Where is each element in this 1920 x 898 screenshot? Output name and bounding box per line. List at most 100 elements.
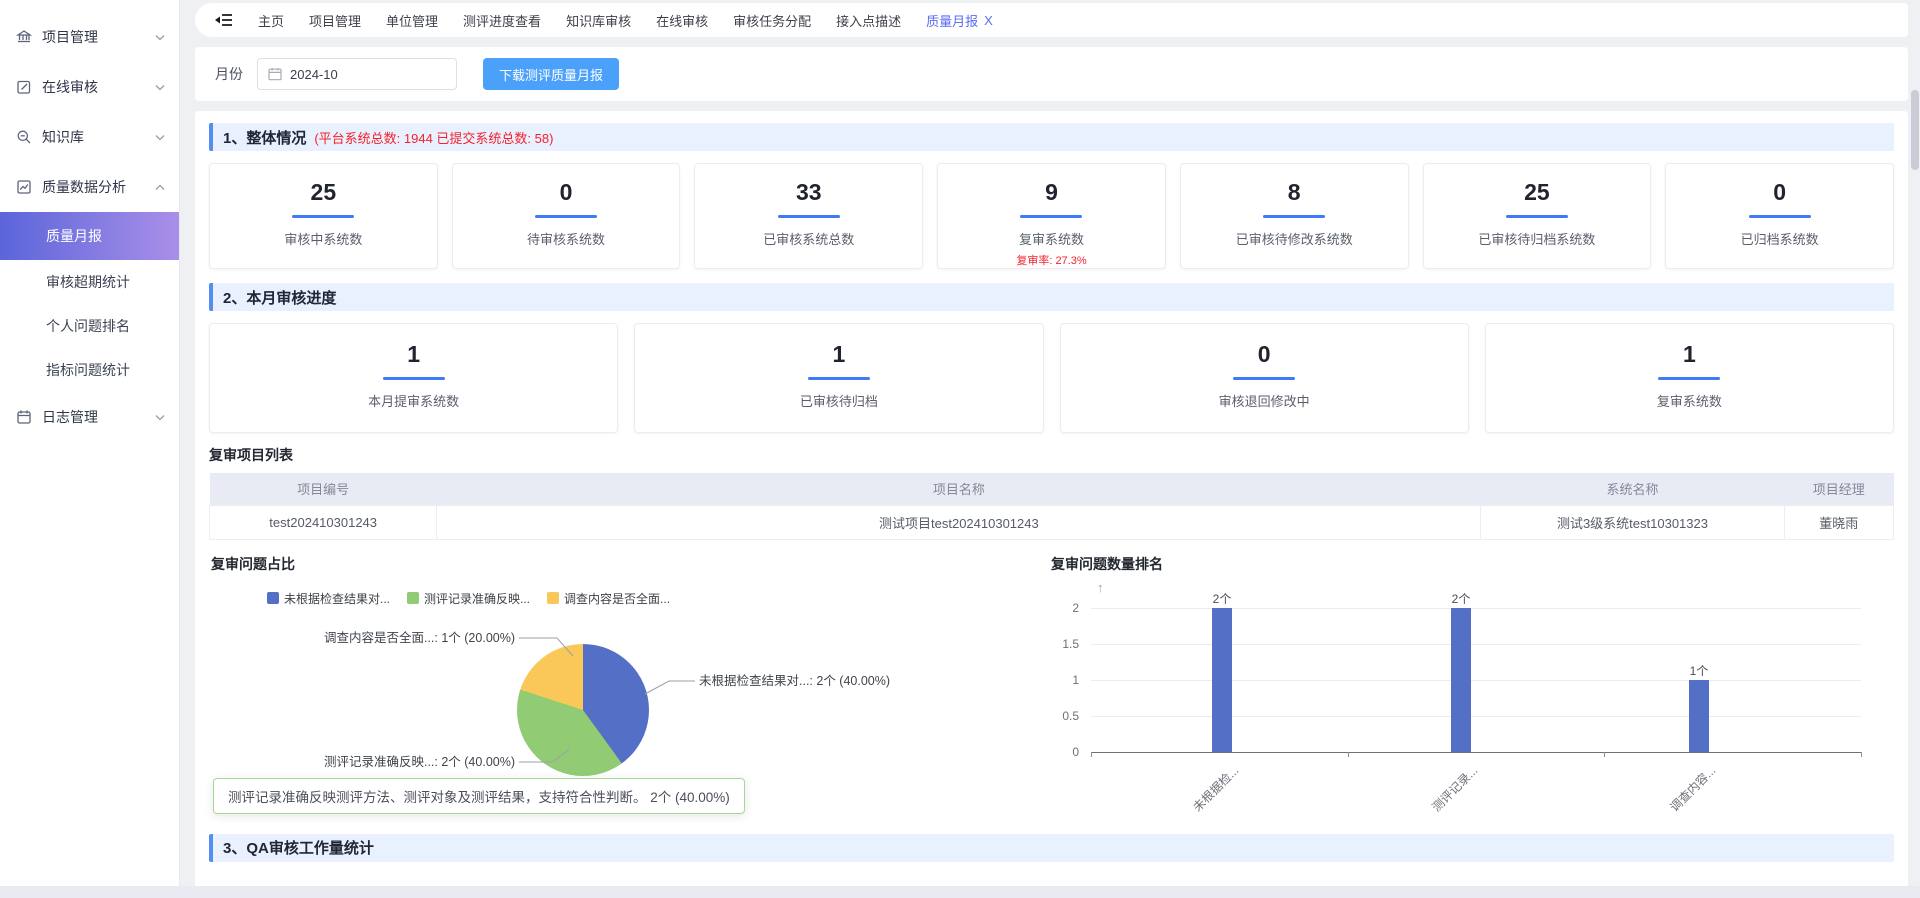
legend-swatch xyxy=(547,592,559,604)
sidebar-item-label: 项目管理 xyxy=(42,27,98,47)
x-axis-line xyxy=(1091,752,1861,753)
stat-underline xyxy=(778,215,840,218)
pie-label-survey-content: 调查内容是否全面...: 1个 (20.00%) xyxy=(269,630,515,646)
tab-knowledge-review[interactable]: 知识库审核 xyxy=(566,11,631,30)
col-project-name: 项目名称 xyxy=(437,473,1481,505)
sidebar-item-label: 质量数据分析 xyxy=(42,177,126,197)
month-input[interactable] xyxy=(290,67,440,82)
col-project-id: 项目编号 xyxy=(210,473,437,505)
stat-card-month-returned: 0 审核退回修改中 xyxy=(1060,323,1469,433)
tab-access-point-description[interactable]: 接入点描述 xyxy=(836,11,901,30)
bar-eval-record[interactable] xyxy=(1451,608,1471,752)
stat-label: 已审核待修改系统数 xyxy=(1181,229,1408,248)
stat-value: 0 xyxy=(1666,179,1893,206)
stat-label: 复审系统数 xyxy=(1486,391,1893,410)
bar-not-based-on-check[interactable] xyxy=(1212,608,1232,752)
review-table-title: 复审项目列表 xyxy=(209,445,1894,465)
stat-value: 1 xyxy=(1486,341,1893,368)
download-report-button[interactable]: 下载测评质量月报 xyxy=(483,58,619,90)
overview-card-row: 25 审核中系统数 0 待审核系统数 33 已审核系统总数 9 xyxy=(209,163,1894,269)
cell-project-manager: 董晓雨 xyxy=(1784,505,1893,539)
month-progress-card-row: 1 本月提审系统数 1 已审核待归档 0 审核退回修改中 1 复 xyxy=(209,323,1894,433)
tab-home[interactable]: 主页 xyxy=(258,11,284,30)
bar-value-label: 2个 xyxy=(1202,590,1242,607)
horizontal-scrollbar[interactable] xyxy=(0,886,1920,898)
tab-online-review[interactable]: 在线审核 xyxy=(656,11,708,30)
top-tab-bar: 主页 项目管理 单位管理 测评进度查看 知识库审核 在线审核 审核任务分配 接入… xyxy=(195,3,1908,37)
month-picker[interactable] xyxy=(257,58,457,90)
rereview-rate: 复审率: 27.3% xyxy=(938,252,1165,268)
sidebar-subitem-label: 审核超期统计 xyxy=(46,272,130,292)
sidebar-item-knowledge-base[interactable]: 知识库 xyxy=(0,112,179,162)
legend-label: 测评记录准确反映... xyxy=(424,590,530,607)
stat-card-month-rereview: 1 复审系统数 xyxy=(1485,323,1894,433)
tab-quality-monthly-report-active[interactable]: 质量月报 X xyxy=(926,11,993,30)
x-tickmark xyxy=(1861,752,1862,757)
sidebar-subitem-indicator-issue-stats[interactable]: 指标问题统计 xyxy=(0,348,179,392)
bar-value-label: 2个 xyxy=(1441,590,1481,607)
pie-tooltip: 测评记录准确反映测评方法、测评对象及测评结果，支持符合性判断。 2个 (40.0… xyxy=(213,778,745,814)
cell-project-id: test202410301243 xyxy=(210,505,437,539)
legend-item[interactable]: 测评记录准确反映... xyxy=(407,590,530,607)
pie-graphic[interactable] xyxy=(517,644,649,776)
vertical-scrollbar[interactable] xyxy=(1911,90,1919,886)
bank-icon xyxy=(16,29,32,45)
stat-value: 25 xyxy=(210,179,437,206)
stat-label: 已归档系统数 xyxy=(1666,229,1893,248)
stat-value: 25 xyxy=(1424,179,1651,206)
cell-project-name: 测试项目test202410301243 xyxy=(437,505,1481,539)
stat-underline xyxy=(1506,215,1568,218)
close-icon[interactable]: X xyxy=(984,13,993,28)
col-project-manager: 项目经理 xyxy=(1784,473,1893,505)
stat-value: 0 xyxy=(1061,341,1468,368)
sidebar-item-project-management[interactable]: 项目管理 xyxy=(0,12,179,62)
chevron-up-icon xyxy=(155,184,165,191)
tab-evaluation-progress[interactable]: 测评进度查看 xyxy=(463,11,541,30)
stat-card-rereview: 9 复审系统数 复审率: 27.3% xyxy=(937,163,1166,269)
vertical-scrollbar-thumb[interactable] xyxy=(1911,90,1919,170)
x-tickmark xyxy=(1348,752,1349,757)
legend-item[interactable]: 未根据检查结果对... xyxy=(267,590,390,607)
sidebar-subitem-review-overdue-stats[interactable]: 审核超期统计 xyxy=(0,260,179,304)
stat-underline xyxy=(808,377,870,380)
legend-swatch xyxy=(407,592,419,604)
app-root: 项目管理 在线审核 知识库 xyxy=(0,0,1920,898)
sidebar-subitem-quality-monthly-report[interactable]: 质量月报 xyxy=(0,212,179,260)
stat-card-archived: 0 已归档系统数 xyxy=(1665,163,1894,269)
stat-underline xyxy=(1020,215,1082,218)
stat-label: 待审核系统数 xyxy=(453,229,680,248)
sidebar-item-online-review[interactable]: 在线审核 xyxy=(0,62,179,112)
legend-item[interactable]: 调查内容是否全面... xyxy=(547,590,670,607)
stat-value: 1 xyxy=(635,341,1042,368)
main-area: 主页 项目管理 单位管理 测评进度查看 知识库审核 在线审核 审核任务分配 接入… xyxy=(180,0,1920,898)
tab-unit-management[interactable]: 单位管理 xyxy=(386,11,438,30)
sidebar-item-log-management[interactable]: 日志管理 xyxy=(0,392,179,442)
review-project-table: 项目编号 项目名称 系统名称 项目经理 test202410301243 测试项… xyxy=(209,473,1894,540)
section-2-header: 2、本月审核进度 xyxy=(209,283,1894,311)
bar-value-label: 1个 xyxy=(1679,662,1719,679)
tab-project-management[interactable]: 项目管理 xyxy=(309,11,361,30)
stat-label: 本月提审系统数 xyxy=(210,391,617,410)
y-tick-label: 1 xyxy=(1049,673,1079,687)
stat-card-month-pending-archive: 1 已审核待归档 xyxy=(634,323,1043,433)
stat-card-pending-modification: 8 已审核待修改系统数 xyxy=(1180,163,1409,269)
y-tick-label: 2 xyxy=(1049,601,1079,615)
collapse-menu-icon[interactable] xyxy=(215,13,233,27)
stat-card-reviewing: 25 审核中系统数 xyxy=(209,163,438,269)
x-tickmark xyxy=(1604,752,1605,757)
x-tickmark xyxy=(1091,752,1092,757)
legend-label: 未根据检查结果对... xyxy=(284,590,390,607)
section-1-title: 1、整体情况 xyxy=(223,127,306,148)
sidebar-item-quality-data-analysis[interactable]: 质量数据分析 xyxy=(0,162,179,212)
table-row: test202410301243 测试项目test202410301243 测试… xyxy=(210,505,1894,539)
y-tick-label: 1.5 xyxy=(1049,637,1079,651)
y-axis-arrow: ↑ xyxy=(1097,580,1104,595)
sidebar: 项目管理 在线审核 知识库 xyxy=(0,0,180,898)
knowledge-icon xyxy=(16,129,32,145)
tab-review-task-assignment[interactable]: 审核任务分配 xyxy=(733,11,811,30)
pie-chart-rereview-issue-share: 复审问题占比 未根据检查结果对... 测评记录准确反映... 调查内容是否 xyxy=(209,550,869,828)
calendar-icon xyxy=(268,67,282,81)
filter-bar: 月份 下载测评质量月报 xyxy=(195,47,1908,101)
sidebar-subitem-personal-issue-ranking[interactable]: 个人问题排名 xyxy=(0,304,179,348)
bar-survey-content[interactable] xyxy=(1689,680,1709,752)
